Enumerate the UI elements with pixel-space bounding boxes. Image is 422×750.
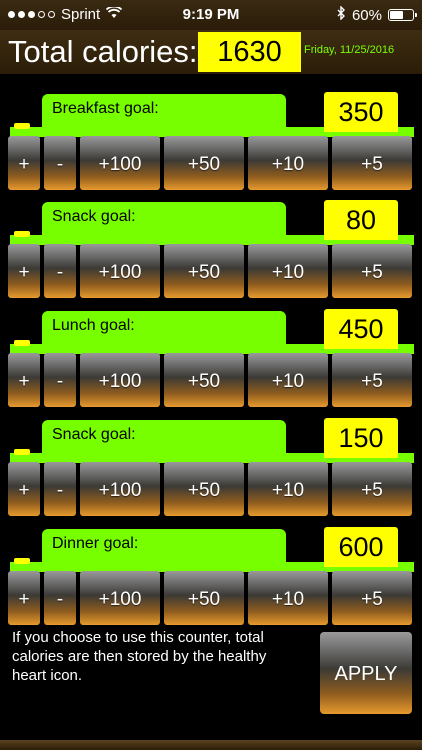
plus50-button[interactable]: +50 xyxy=(164,136,244,190)
plus10-button[interactable]: +10 xyxy=(248,353,328,407)
plus100-button[interactable]: +100 xyxy=(80,353,160,407)
meal-section: Snack goal: 80 + - +100 +50 +10 +5 xyxy=(0,200,422,300)
meal-goal-label: Dinner goal: xyxy=(42,529,286,565)
status-right: 60% xyxy=(337,5,417,24)
plus50-button[interactable]: +50 xyxy=(164,462,244,516)
meal-handle xyxy=(14,123,30,129)
meal-section: Snack goal: 150 + - +100 +50 +10 +5 xyxy=(0,418,422,518)
meal-handle xyxy=(14,231,30,237)
meal-section: Lunch goal: 450 + - +100 +50 +10 +5 xyxy=(0,309,422,409)
total-calories-value: 1630 xyxy=(198,32,301,72)
page-title: Total calories: xyxy=(8,34,198,69)
meal-handle xyxy=(14,558,30,564)
meal-goal-value: 80 xyxy=(324,200,398,240)
minus-button[interactable]: - xyxy=(44,571,76,625)
plus10-button[interactable]: +10 xyxy=(248,136,328,190)
meal-goal-label: Breakfast goal: xyxy=(42,94,286,130)
plus50-button[interactable]: +50 xyxy=(164,244,244,298)
meal-goal-value: 600 xyxy=(324,527,398,567)
plus-button[interactable]: + xyxy=(8,136,40,190)
meal-goal-label: Snack goal: xyxy=(42,420,286,456)
meal-handle xyxy=(14,449,30,455)
minus-button[interactable]: - xyxy=(44,136,76,190)
plus10-button[interactable]: +10 xyxy=(248,571,328,625)
plus-button[interactable]: + xyxy=(8,353,40,407)
plus-button[interactable]: + xyxy=(8,244,40,298)
meal-handle xyxy=(14,340,30,346)
plus50-button[interactable]: +50 xyxy=(164,571,244,625)
meal-goal-value: 350 xyxy=(324,92,398,132)
plus100-button[interactable]: +100 xyxy=(80,462,160,516)
plus100-button[interactable]: +100 xyxy=(80,136,160,190)
meal-section: Dinner goal: 600 + - +100 +50 +10 +5 xyxy=(0,527,422,627)
plus10-button[interactable]: +10 xyxy=(248,462,328,516)
plus5-button[interactable]: +5 xyxy=(332,571,412,625)
plus5-button[interactable]: +5 xyxy=(332,244,412,298)
minus-button[interactable]: - xyxy=(44,244,76,298)
battery-icon xyxy=(388,9,417,21)
minus-button[interactable]: - xyxy=(44,353,76,407)
meal-goal-label: Snack goal: xyxy=(42,202,286,238)
battery-fill xyxy=(390,11,403,19)
meal-section: Breakfast goal: 350 + - +100 +50 +10 +5 xyxy=(0,92,422,192)
date-label: Friday, 11/25/2016 xyxy=(304,44,395,56)
plus100-button[interactable]: +100 xyxy=(80,244,160,298)
meal-goal-value: 450 xyxy=(324,309,398,349)
info-text: If you choose to use this counter, total… xyxy=(12,629,267,684)
meal-goal-label: Lunch goal: xyxy=(42,311,286,347)
plus-button[interactable]: + xyxy=(8,571,40,625)
plus5-button[interactable]: +5 xyxy=(332,462,412,516)
plus5-button[interactable]: +5 xyxy=(332,353,412,407)
battery-percent: 60% xyxy=(351,6,382,24)
meal-goal-value: 150 xyxy=(324,418,398,458)
plus100-button[interactable]: +100 xyxy=(80,571,160,625)
bottom-strip xyxy=(0,740,422,750)
bluetooth-icon xyxy=(337,5,346,24)
status-bar: Sprint 9:19 PM 60% xyxy=(0,0,422,30)
plus10-button[interactable]: +10 xyxy=(248,244,328,298)
apply-button[interactable]: APPLY xyxy=(320,632,412,714)
plus-button[interactable]: + xyxy=(8,462,40,516)
plus50-button[interactable]: +50 xyxy=(164,353,244,407)
header: Total calories: 1630 Friday, 11/25/2016 xyxy=(0,30,422,74)
minus-button[interactable]: - xyxy=(44,462,76,516)
plus5-button[interactable]: +5 xyxy=(332,136,412,190)
